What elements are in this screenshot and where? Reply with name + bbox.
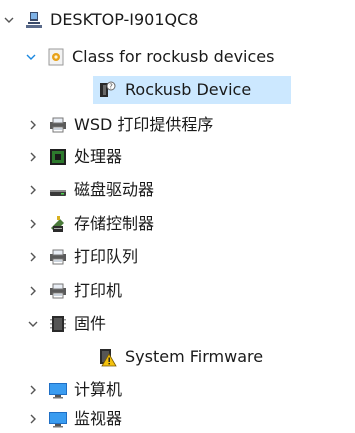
computer-network-icon [24, 10, 44, 30]
tree-item-processor[interactable]: 处理器 [26, 143, 326, 171]
tree-item-monitors[interactable]: 监视器 [26, 405, 326, 433]
chevron-down-icon[interactable] [26, 317, 40, 331]
firmware-warning-icon [97, 347, 117, 367]
device-tree: DESKTOP-I901QC8 Class for rockusb device… [0, 0, 355, 433]
chevron-right-icon[interactable] [26, 118, 40, 132]
monitors-label: 监视器 [74, 409, 123, 428]
monitor-icon [48, 409, 68, 429]
disk-drive-icon [48, 180, 68, 200]
tree-item-computer[interactable]: 计算机 [26, 376, 326, 404]
rockusb-device-label: Rockusb Device [125, 80, 252, 99]
computer-label: 计算机 [74, 380, 123, 399]
unknown-device-icon: ? [97, 80, 117, 100]
storage-controller-icon [48, 214, 68, 234]
wsd-label: WSD 打印提供程序 [74, 115, 214, 134]
root-label: DESKTOP-I901QC8 [50, 10, 199, 29]
chevron-right-icon[interactable] [26, 250, 40, 264]
tree-root[interactable]: DESKTOP-I901QC8 [2, 6, 342, 34]
monitor-icon [48, 380, 68, 400]
tree-item-print-queues[interactable]: 打印队列 [26, 243, 326, 271]
tree-item-system-firmware[interactable]: System Firmware [97, 343, 327, 371]
chevron-right-icon[interactable] [26, 217, 40, 231]
tree-item-disk-drives[interactable]: 磁盘驱动器 [26, 176, 326, 204]
tree-item-firmware[interactable]: 固件 [26, 310, 326, 338]
printer-icon [48, 281, 68, 301]
tree-item-storage-controllers[interactable]: 存储控制器 [26, 210, 326, 238]
system-firmware-label: System Firmware [125, 347, 264, 366]
chevron-right-icon[interactable] [26, 412, 40, 426]
disk-drives-label: 磁盘驱动器 [74, 180, 155, 199]
chevron-down-icon[interactable] [2, 13, 16, 27]
device-class-icon [46, 47, 66, 67]
storage-controllers-label: 存储控制器 [74, 214, 155, 233]
printer-icon [48, 115, 68, 135]
class-rockusb-label: Class for rockusb devices [72, 47, 275, 66]
svg-text:?: ? [109, 83, 113, 91]
tree-item-wsd-print-provider[interactable]: WSD 打印提供程序 [26, 111, 326, 139]
tree-item-class-rockusb[interactable]: Class for rockusb devices [24, 43, 354, 71]
processor-icon [48, 147, 68, 167]
processor-label: 处理器 [74, 147, 123, 166]
chevron-right-icon[interactable] [26, 150, 40, 164]
chevron-right-icon[interactable] [26, 383, 40, 397]
tree-item-rockusb-device[interactable]: ? Rockusb Device [93, 76, 291, 104]
chevron-right-icon[interactable] [26, 284, 40, 298]
firmware-label: 固件 [74, 314, 107, 333]
chevron-right-icon[interactable] [26, 183, 40, 197]
printers-label: 打印机 [74, 281, 123, 300]
print-queues-label: 打印队列 [74, 247, 139, 266]
tree-item-printers[interactable]: 打印机 [26, 277, 326, 305]
firmware-icon [48, 314, 68, 334]
printer-icon [48, 247, 68, 267]
chevron-down-icon[interactable] [24, 50, 38, 64]
